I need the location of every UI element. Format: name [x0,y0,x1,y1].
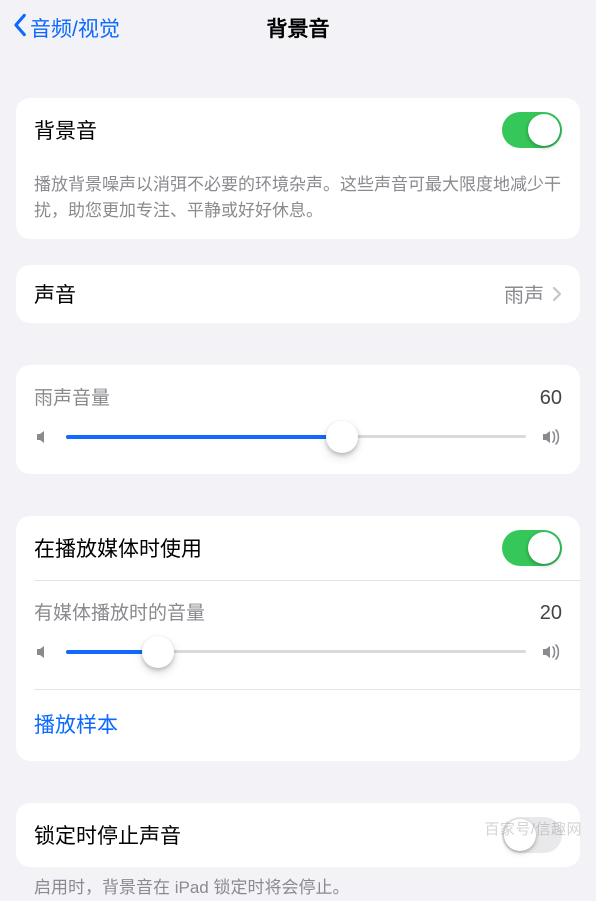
row-media-use[interactable]: 在播放媒体时使用 [16,516,580,580]
group-background-sounds: 背景音 播放背景噪声以消弭不必要的环境杂声。这些声音可最大限度地减少干扰，助您更… [16,98,580,239]
sound-value: 雨声 [504,279,544,308]
group-media: 在播放媒体时使用 有媒体播放时的音量 20 播放样本 [16,516,580,761]
media-vol-value: 20 [540,602,562,625]
back-label: 音频/视觉 [30,13,120,43]
speaker-high-icon [540,428,562,446]
row-background-sounds[interactable]: 背景音 [16,98,580,162]
speaker-low-icon [34,643,52,661]
speaker-high-icon [540,643,562,661]
play-sample-button[interactable]: 播放样本 [16,689,580,761]
group-lock: 锁定时停止声音 [16,803,580,867]
volume-value: 60 [540,387,562,410]
group-sound: 声音 雨声 [16,265,580,323]
row-volume-slider [16,416,580,474]
chevron-left-icon [12,13,30,43]
speaker-low-icon [34,428,52,446]
bg-sounds-label: 背景音 [34,115,97,145]
row-lock-stop[interactable]: 锁定时停止声音 [16,803,580,867]
media-vol-label: 有媒体播放时的音量 [34,598,205,625]
lock-desc: 启用时，背景音在 iPad 锁定时将会停止。 [34,875,562,901]
sound-label: 声音 [34,279,76,309]
nav-bar: 音频/视觉 背景音 [0,0,596,56]
media-use-switch[interactable] [502,530,562,566]
lock-label: 锁定时停止声音 [34,820,181,850]
bg-sounds-desc: 播放背景噪声以消弭不必要的环境杂声。这些声音可最大限度地减少干扰，助您更加专注、… [16,162,580,239]
row-volume-header: 雨声音量 60 [16,365,580,416]
row-media-vol-header: 有媒体播放时的音量 20 [16,580,580,631]
row-media-slider [16,631,580,689]
volume-label: 雨声音量 [34,383,110,410]
group-volume: 雨声音量 60 [16,365,580,474]
back-button[interactable]: 音频/视觉 [12,13,120,43]
chevron-right-icon [552,286,562,302]
media-volume-slider[interactable] [66,637,526,667]
row-sound[interactable]: 声音 雨声 [16,265,580,323]
volume-slider[interactable] [66,422,526,452]
media-use-label: 在播放媒体时使用 [34,533,202,563]
bg-sounds-switch[interactable] [502,112,562,148]
play-sample-label: 播放样本 [34,714,118,737]
lock-switch[interactable] [502,817,562,853]
